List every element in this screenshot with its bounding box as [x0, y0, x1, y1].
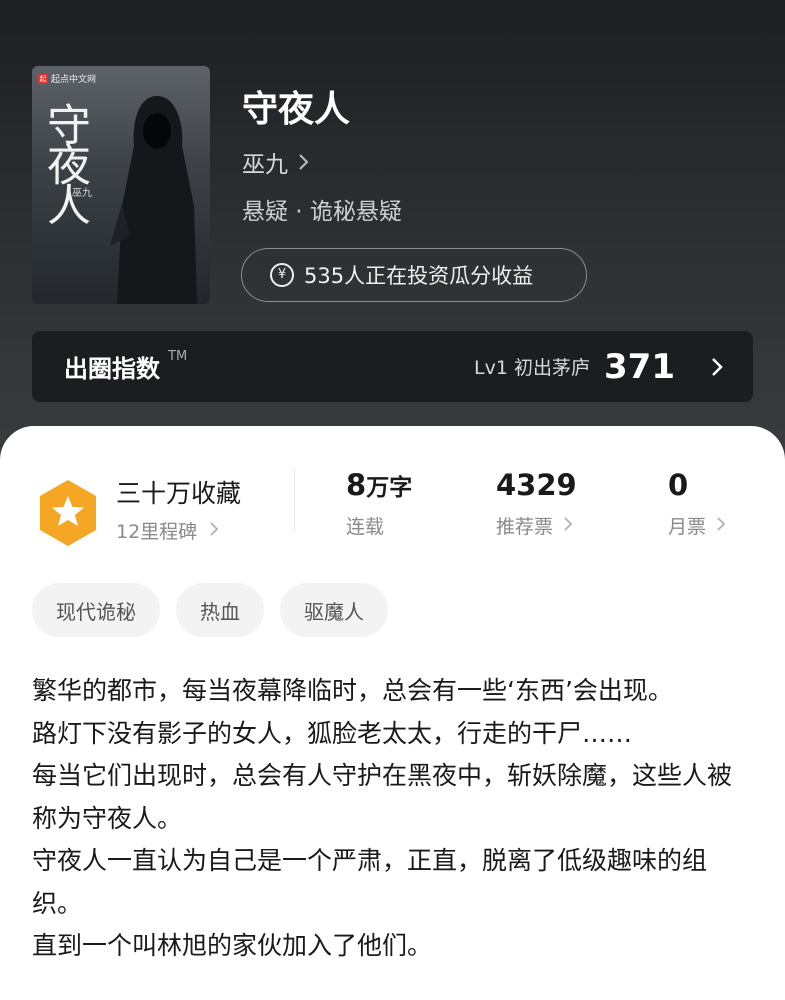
- tag-chip[interactable]: 现代诡秘: [32, 583, 160, 637]
- yen-coin-icon: ¥: [270, 263, 294, 287]
- index-label-group: 出圈指数 TM: [64, 349, 187, 384]
- publisher-logo: 起 起点中文网: [38, 72, 96, 85]
- monthly-ticket-stat[interactable]: 0 月票: [668, 468, 726, 539]
- milestone-star-badge-icon: [40, 480, 96, 546]
- genre-label: 悬疑 · 诡秘悬疑: [242, 199, 402, 225]
- index-label: 出圈指数: [64, 355, 160, 383]
- chevron-right-icon: [210, 522, 219, 536]
- hooded-figure-illustration: [110, 96, 197, 304]
- book-title: 守夜人: [242, 88, 351, 130]
- word-count-value: 8万字: [346, 468, 412, 502]
- recommend-ticket-stat[interactable]: 4329 推荐票: [496, 468, 577, 539]
- recommend-ticket-label: 推荐票: [496, 516, 554, 538]
- index-value-group: Lv1 初出茅庐 371: [474, 347, 723, 387]
- chevron-right-icon: [299, 154, 309, 170]
- tag-list: 现代诡秘 热血 驱魔人: [32, 583, 388, 637]
- publisher-mark: 起: [38, 73, 48, 84]
- synopsis-paragraph: 守夜人一直认为自己是一个严肃，正直，脱离了低级趣味的组织。: [32, 846, 708, 918]
- monthly-ticket-row: 月票: [668, 512, 726, 539]
- serial-status-label: 连载: [346, 516, 385, 538]
- synopsis-paragraph: 路灯下没有影子的女人，狐脸老太太，行走的干尸……: [32, 718, 633, 748]
- cover-title: 守夜人: [39, 102, 90, 222]
- synopsis-paragraph: 繁华的都市，每当夜幕降临时，总会有一些‘东西’会出现。: [32, 676, 673, 705]
- popularity-index-bar[interactable]: 出圈指数 TM Lv1 初出茅庐 371: [32, 331, 753, 402]
- synopsis-paragraph: 直到一个叫林旭的家伙加入了他们。: [32, 931, 433, 960]
- author-name: 巫九: [242, 152, 288, 178]
- tag-chip[interactable]: 驱魔人: [280, 583, 388, 637]
- chevron-right-icon: [717, 517, 726, 531]
- trademark-mark: TM: [168, 349, 188, 364]
- publisher-name: 起点中文网: [51, 75, 97, 85]
- book-cover[interactable]: 起 起点中文网 守夜人 巫九: [32, 66, 210, 304]
- index-score: 371: [604, 346, 675, 387]
- book-synopsis: 繁华的都市，每当夜幕降临时，总会有一些‘东西’会出现。 路灯下没有影子的女人，狐…: [32, 670, 752, 968]
- monthly-ticket-label: 月票: [668, 516, 707, 538]
- collection-title: 三十万收藏: [116, 479, 242, 508]
- monthly-ticket-count: 0: [668, 468, 689, 502]
- cover-author: 巫九: [72, 188, 92, 199]
- stats-divider: [294, 468, 295, 532]
- milestone-label: 12里程碑: [116, 521, 198, 543]
- invest-text: 535人正在投资瓜分收益: [304, 264, 534, 288]
- index-level: Lv1 初出茅庐: [474, 357, 591, 379]
- milestone-link[interactable]: 12里程碑: [116, 517, 219, 544]
- word-count-number: 8: [346, 468, 367, 502]
- invest-button[interactable]: ¥ 535人正在投资瓜分收益: [241, 248, 587, 302]
- recommend-ticket-count: 4329: [496, 468, 577, 502]
- tag-chip[interactable]: 热血: [176, 583, 264, 637]
- synopsis-paragraph: 每当它们出现时，总会有人守护在黑夜中，斩妖除魔，这些人被称为守夜人。: [32, 761, 733, 833]
- chevron-right-icon: [564, 517, 573, 531]
- word-count-unit: 万字: [366, 475, 413, 501]
- recommend-ticket-row: 推荐票: [496, 512, 577, 539]
- word-count-stat: 8万字 连载: [346, 468, 412, 539]
- author-link[interactable]: 巫九: [242, 145, 310, 179]
- chevron-right-icon: [712, 357, 723, 376]
